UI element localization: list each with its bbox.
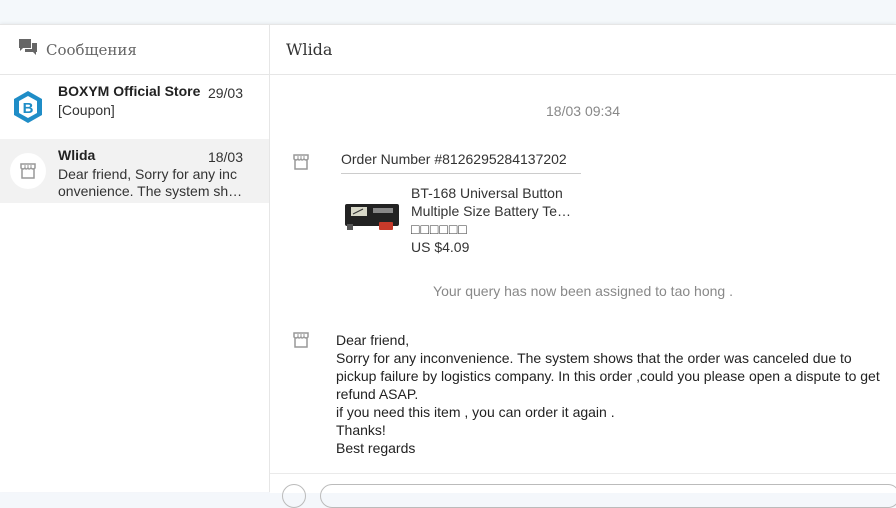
conversation-preview: Dear friend, Sorry for any inc onvenienc… — [58, 166, 259, 200]
conversation-date: 29/03 — [207, 85, 243, 101]
conversation-preview-line1: Dear friend, Sorry for any inc — [58, 166, 237, 182]
top-nav-cut-text: ─ ──────── ─── ─ ──── ──── ─ ─ ─── ─── — [70, 0, 408, 5]
message-line: Sorry for any inconvenience. The system … — [336, 350, 852, 366]
chat-title: Wlida — [286, 40, 333, 59]
store-default-icon — [291, 152, 311, 172]
store-logo-icon: B — [10, 89, 46, 125]
message-line: Dear friend, — [336, 332, 410, 348]
product-thumbnail[interactable] — [343, 198, 401, 234]
chat-main: Wlida 18/03 09:34 Order Number #81262952… — [270, 25, 896, 508]
svg-text:B: B — [23, 100, 34, 117]
emoji-button[interactable] — [282, 484, 306, 508]
chat-header: Wlida — [270, 25, 896, 75]
product-name-line2: Multiple Size Battery Te… — [411, 203, 572, 219]
messages-icon — [18, 38, 38, 61]
conversation-preview: [Coupon] — [58, 102, 115, 118]
product-price: US $4.09 — [411, 239, 470, 255]
product-name-line1: BT-168 Universal Button — [411, 185, 563, 201]
composer-bar — [270, 473, 896, 508]
conversation-item-wlida[interactable]: Wlida 18/03 Dear friend, Sorry for any i… — [0, 139, 269, 203]
conversation-date: 18/03 — [207, 149, 243, 165]
message-bubble: Dear friend, Sorry for any inconvenience… — [336, 331, 896, 457]
sidebar-header: Сообщения — [0, 25, 269, 75]
message-input[interactable] — [320, 484, 896, 508]
store-default-icon — [291, 330, 311, 350]
messages-panel: Сообщения B BOXYM Official Store 29/03 [… — [0, 24, 896, 508]
top-nav-strip: ─ ──────── ─── ─ ──── ──── ─ ─ ─── ─── — [0, 0, 896, 24]
conversation-preview-line2: onvenience. The system sh… — [58, 183, 243, 199]
message-line: Best regards — [336, 440, 416, 456]
order-product[interactable]: BT-168 Universal Button Multiple Size Ba… — [341, 184, 581, 264]
message-line: pickup failure by logistics company. In … — [336, 368, 880, 384]
store-default-icon — [10, 153, 46, 189]
message-line: refund ASAP. — [336, 386, 419, 402]
order-number: Order Number #8126295284137202 — [341, 151, 581, 174]
conversation-sidebar: Сообщения B BOXYM Official Store 29/03 [… — [0, 25, 270, 492]
message-line: if you need this item , you can order it… — [336, 404, 615, 420]
sidebar-title: Сообщения — [46, 40, 137, 59]
message-line: Thanks! — [336, 422, 386, 438]
order-card[interactable]: Order Number #8126295284137202 BT-168 Un… — [341, 151, 581, 264]
product-variant: □□□□□□ — [411, 221, 468, 237]
assignment-notice: Your query has now been assigned to tao … — [433, 283, 733, 299]
message-timestamp: 18/03 09:34 — [546, 103, 620, 119]
conversation-item-boxym[interactable]: B BOXYM Official Store 29/03 [Coupon] — [0, 75, 269, 139]
product-info: BT-168 Universal Button Multiple Size Ba… — [411, 184, 581, 256]
